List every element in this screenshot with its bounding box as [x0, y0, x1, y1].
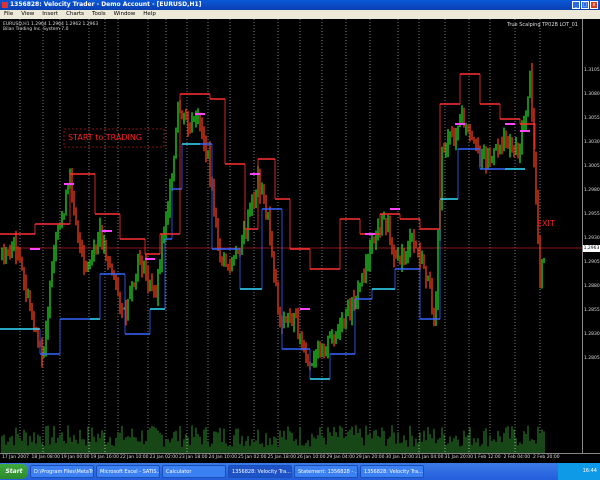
price-tick-label: 1.3030: [584, 140, 600, 145]
time-tick-label: 19 Jan 00:00: [61, 455, 90, 460]
start-annotation: START to TRADING: [68, 133, 143, 142]
taskbar-item[interactable]: Calculator: [162, 465, 226, 478]
taskbar-item[interactable]: Statement: 1356828 - ...: [294, 465, 358, 478]
price-tick-label: 1.2980: [584, 188, 600, 193]
price-tick-label: 1.2880: [584, 284, 600, 289]
window-controls: _ □ x: [572, 1, 598, 9]
indicator-info: Bilan Trading Inc. System 7.0: [3, 27, 69, 32]
price-tick-label: 1.3055: [584, 116, 600, 121]
taskbar-item[interactable]: Microsoft Excel - SATIS...: [96, 465, 160, 478]
current-price-label: 1.2963: [583, 245, 600, 252]
price-tick-label: 1.2955: [584, 212, 600, 217]
time-tick-label: 29 Jan 04:00: [326, 455, 356, 460]
time-tick-label: 31 Jan 04:00: [415, 455, 444, 460]
time-tick-label: 18 Jan 08:00: [31, 455, 61, 460]
time-tick-label: 31 Jan 20:00: [444, 455, 474, 460]
menu-help[interactable]: Help: [143, 10, 156, 19]
exit-annotation: EXIT: [537, 219, 555, 228]
time-tick-label: 2 Feb 20:00: [533, 455, 560, 460]
right-indicator-label: True Scalping TP02B LOT_01: [507, 22, 578, 28]
time-tick-label: 2 Feb 04:00: [503, 455, 531, 460]
time-tick-label: 23 Jan 18:00: [179, 455, 208, 460]
price-tick-label: 1.2905: [584, 260, 600, 265]
time-tick-label: 24 Jan 10:00: [208, 455, 238, 460]
menu-insert[interactable]: Insert: [42, 10, 58, 19]
chart-canvas[interactable]: [0, 19, 582, 453]
taskbar-item[interactable]: 1356828: Velocity Tra...: [360, 465, 424, 478]
price-tick-label: 1.3105: [584, 68, 600, 73]
price-axis: 1.3105 1.3080 1.3055 1.3030 1.3005 1.2980 1.29…: [582, 19, 600, 453]
price-tick-label: 1.2855: [584, 308, 600, 313]
minimize-button[interactable]: _: [572, 1, 580, 9]
menu-view[interactable]: View: [21, 10, 34, 19]
taskbar-item[interactable]: 1356828: Velocity Tra...: [228, 465, 292, 478]
start-button[interactable]: Start: [0, 464, 28, 479]
time-tick-label: 30 Jan 12:00: [385, 455, 415, 460]
menu-bar: File View Insert Charts Tools Window Hel…: [0, 10, 600, 19]
app-icon: [2, 2, 8, 8]
price-chart[interactable]: [0, 19, 582, 453]
title-bar: 1356828: Velocity Trader - Demo Account …: [0, 0, 600, 10]
taskbar-item[interactable]: D:\Program Files\MetaTr...: [30, 465, 94, 478]
time-tick-label: 19 Jan 16:00: [90, 455, 120, 460]
maximize-button[interactable]: □: [581, 1, 589, 9]
time-tick-label: 29 Jan 20:00: [356, 455, 385, 460]
time-axis: 17 Jan 2007 18 Jan 08:00 19 Jan 00:00 19 Ja…: [0, 453, 600, 463]
menu-file[interactable]: File: [4, 10, 13, 19]
price-tick-label: 1.2805: [584, 356, 600, 361]
time-tick-label: 1 Feb 12:00: [474, 455, 501, 460]
menu-window[interactable]: Window: [114, 10, 136, 19]
price-tick-label: 1.2930: [584, 236, 600, 241]
price-tick-label: 1.3005: [584, 164, 600, 169]
menu-charts[interactable]: Charts: [66, 10, 84, 19]
time-tick-label: 23 Jan 02:00: [149, 455, 179, 460]
time-tick-label: 25 Jan 18:00: [267, 455, 297, 460]
close-button[interactable]: x: [590, 1, 598, 9]
time-tick-label: 26 Jan 10:00: [297, 455, 326, 460]
menu-tools[interactable]: Tools: [92, 10, 106, 19]
time-tick-label: 22 Jan 10:00: [120, 455, 149, 460]
taskbar: Start D:\Program Files\MetaTr... Microso…: [0, 463, 600, 480]
price-tick-label: 1.2830: [584, 332, 600, 337]
system-tray-clock: 16:44: [558, 463, 600, 480]
time-tick-label: 17 Jan 2007: [2, 455, 29, 460]
window-title: 1356828: Velocity Trader - Demo Account …: [10, 1, 202, 8]
time-tick-label: 25 Jan 02:00: [238, 455, 267, 460]
price-tick-label: 1.3080: [584, 92, 600, 97]
